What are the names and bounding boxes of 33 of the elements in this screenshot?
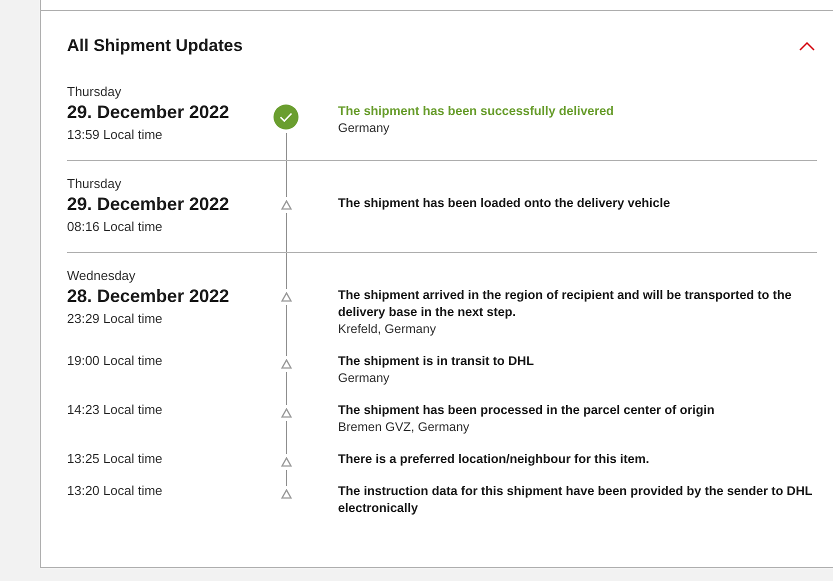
section-title: All Shipment Updates	[67, 35, 243, 57]
time-text: 14:23 Local time	[67, 401, 164, 419]
date-text: 28. December 2022	[67, 285, 230, 307]
event-title: The shipment is in transit to DHL	[338, 353, 535, 370]
triangle-icon	[280, 457, 292, 467]
time-text: 19:00 Local time	[67, 352, 164, 370]
triangle-icon	[280, 292, 292, 302]
event-location: Germany	[338, 120, 390, 137]
time-text: 13:59 Local time	[67, 126, 164, 144]
event-title: The instruction data for this shipment have been provided by the sender to DHL electronically	[338, 483, 814, 517]
event-title: The shipment has been processed in the parcel center of origin	[338, 402, 716, 419]
time-text: 08:16 Local time	[67, 218, 164, 236]
event-title: The shipment arrived in the region of recipient and will be transported to the delivery base in the next step.	[338, 287, 793, 321]
weekday-text: Thursday	[67, 83, 122, 101]
time-text: 13:25 Local time	[67, 450, 164, 468]
triangle-icon	[280, 359, 292, 369]
event-location: Germany	[338, 370, 390, 387]
triangle-icon	[280, 489, 292, 499]
triangle-icon	[280, 200, 292, 210]
chevron-icon	[799, 41, 815, 51]
triangle-icon	[280, 408, 292, 418]
date-text: 29. December 2022	[67, 193, 230, 215]
event-title: The shipment has been successfully delivered	[338, 103, 615, 120]
event-title: There is a preferred location/neighbour for this item.	[338, 451, 650, 468]
check-icon	[273, 104, 299, 130]
time-text: 23:29 Local time	[67, 310, 164, 328]
date-text: 29. December 2022	[67, 101, 230, 123]
weekday-text: Wednesday	[67, 267, 136, 285]
time-text: 13:20 Local time	[67, 482, 164, 500]
event-title: The shipment has been loaded onto the delivery vehicle	[338, 195, 672, 212]
event-location: Bremen GVZ, Germany	[338, 419, 470, 436]
weekday-text: Thursday	[67, 175, 122, 193]
event-location: Krefeld, Germany	[338, 321, 437, 338]
